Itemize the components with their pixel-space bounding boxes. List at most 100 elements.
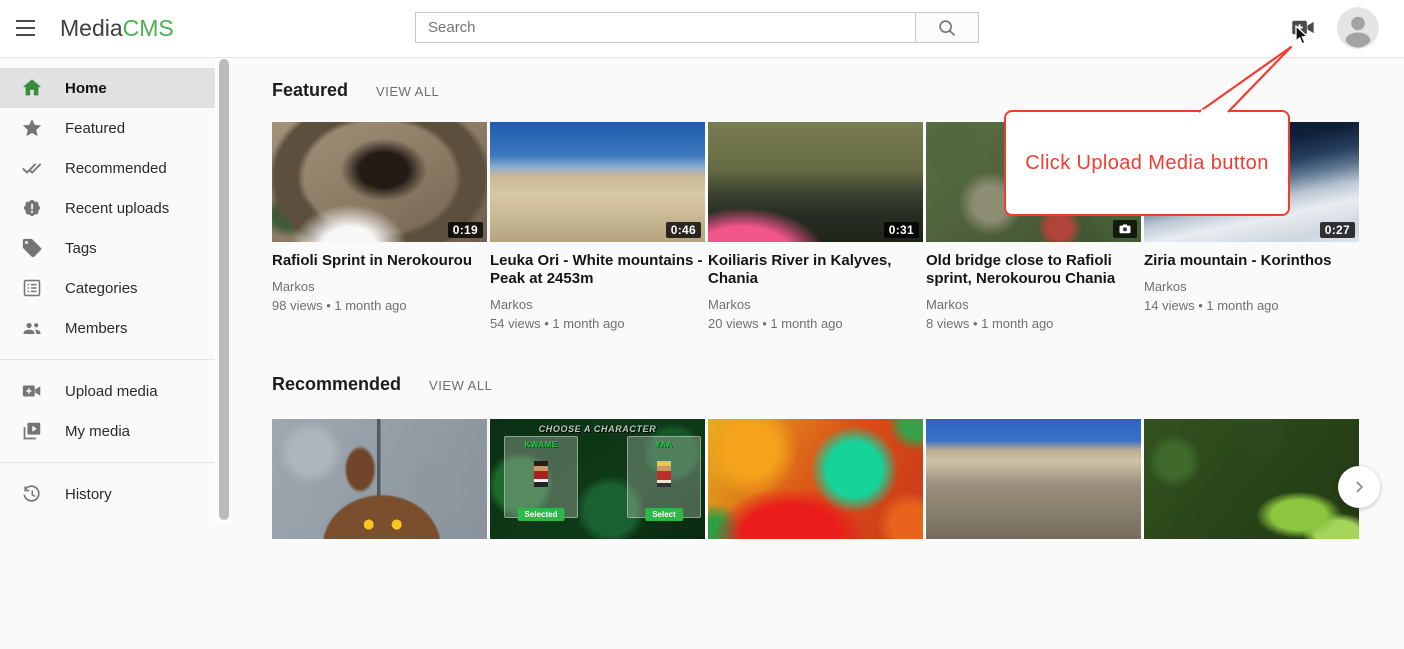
sidebar-scrollbar-track <box>215 58 230 522</box>
media-meta: 8 views • 1 month ago <box>926 316 1141 331</box>
tooltip-text: Click Upload Media button <box>1025 152 1268 175</box>
carousel-next-button[interactable] <box>1338 466 1380 508</box>
search-button[interactable] <box>915 12 979 43</box>
sidebar-item-label: Tags <box>65 240 97 257</box>
sidebar-divider <box>0 359 215 360</box>
media-title[interactable]: Ziria mountain - Korinthos <box>1144 252 1359 270</box>
sidebar-item-categories[interactable]: Categories <box>0 268 215 308</box>
star-icon <box>21 117 43 139</box>
duration-badge: 0:46 <box>666 222 701 238</box>
media-title[interactable]: Old bridge close to Rafioli sprint, Nero… <box>926 252 1141 288</box>
logo[interactable]: MediaCMS <box>60 0 174 57</box>
video-thumbnail[interactable]: 0:46 <box>490 122 705 242</box>
sidebar-item-home[interactable]: Home <box>0 68 215 108</box>
media-meta: 20 views • 1 month ago <box>708 316 923 331</box>
double-check-icon <box>21 157 43 179</box>
video-thumbnail[interactable] <box>272 419 487 539</box>
new-releases-icon <box>21 197 43 219</box>
home-icon <box>21 77 43 99</box>
video-thumbnail[interactable] <box>708 419 923 539</box>
tooltip-callout: Click Upload Media button <box>1004 110 1290 216</box>
media-card[interactable] <box>926 419 1141 649</box>
search-icon <box>936 17 958 39</box>
character-panel: KWAME Selected <box>504 436 578 518</box>
avatar[interactable] <box>1337 7 1379 49</box>
tag-icon <box>21 237 43 259</box>
media-card[interactable]: CHOOSE A CHARACTER KWAME Selected YAA Se… <box>490 419 705 649</box>
media-author: Markos <box>926 297 1141 312</box>
media-title[interactable]: Koiliaris River in Kalyves, Chania <box>708 252 923 288</box>
tooltip-pointer <box>1188 40 1300 118</box>
categories-icon <box>21 277 43 299</box>
recommended-grid: CHOOSE A CHARACTER KWAME Selected YAA Se… <box>272 419 1362 649</box>
thumbnail-caption: CHOOSE A CHARACTER <box>490 424 705 434</box>
video-thumbnail[interactable]: CHOOSE A CHARACTER KWAME Selected YAA Se… <box>490 419 705 539</box>
sidebar-item-label: Recommended <box>65 160 167 177</box>
duration-badge: 0:27 <box>1320 222 1355 238</box>
recommended-section: Recommended VIEW ALL CHOOSE A CHARACTER … <box>272 374 1362 649</box>
media-meta: 98 views • 1 month ago <box>272 298 487 313</box>
sidebar-item-label: My media <box>65 423 130 440</box>
selected-button-label: Selected <box>518 508 565 521</box>
history-icon <box>21 483 43 505</box>
video-thumbnail[interactable] <box>926 419 1141 539</box>
character-panel: YAA Select <box>627 436 701 518</box>
logo-media: Media <box>60 15 123 41</box>
character-sprite <box>657 461 671 487</box>
sidebar-item-label: History <box>65 486 112 503</box>
sidebar-item-upload-media[interactable]: Upload media <box>0 371 215 411</box>
media-meta: 54 views • 1 month ago <box>490 316 705 331</box>
sidebar-item-label: Categories <box>65 280 138 297</box>
media-card[interactable] <box>272 419 487 649</box>
duration-badge: 0:31 <box>884 222 919 238</box>
sidebar-item-label: Upload media <box>65 383 158 400</box>
sidebar-divider <box>0 462 215 463</box>
duration-badge: 0:19 <box>448 222 483 238</box>
sidebar-item-recommended[interactable]: Recommended <box>0 148 215 188</box>
video-thumbnail[interactable] <box>1144 419 1359 539</box>
sidebar-item-members[interactable]: Members <box>0 308 215 348</box>
sidebar-item-history[interactable]: History <box>0 474 215 514</box>
mouse-cursor <box>1294 25 1312 47</box>
character-sprite <box>534 461 548 487</box>
media-card[interactable] <box>708 419 923 649</box>
video-thumbnail[interactable]: 0:19 <box>272 122 487 242</box>
sidebar-item-featured[interactable]: Featured <box>0 108 215 148</box>
sidebar-item-recent-uploads[interactable]: Recent uploads <box>0 188 215 228</box>
media-author: Markos <box>708 297 923 312</box>
chevron-right-icon <box>1349 477 1369 497</box>
upload-media-icon <box>21 380 43 402</box>
media-author: Markos <box>490 297 705 312</box>
sidebar-item-label: Recent uploads <box>65 200 169 217</box>
menu-button[interactable] <box>14 16 40 40</box>
media-card[interactable]: 0:46 Leuka Ori - White mountains - Peak … <box>490 122 705 352</box>
user-icon <box>1337 7 1379 49</box>
logo-cms: CMS <box>123 15 174 41</box>
media-title[interactable]: Leuka Ori - White mountains - Peak at 24… <box>490 252 705 288</box>
view-all-link[interactable]: VIEW ALL <box>429 378 492 393</box>
media-card[interactable]: 0:31 Koiliaris River in Kalyves, Chania … <box>708 122 923 352</box>
sidebar: Home Featured Recommended Recent uploads… <box>0 58 230 522</box>
video-thumbnail[interactable]: 0:31 <box>708 122 923 242</box>
sidebar-item-tags[interactable]: Tags <box>0 228 215 268</box>
my-media-icon <box>21 420 43 442</box>
sidebar-item-label: Members <box>65 320 128 337</box>
select-button-label: Select <box>645 508 683 521</box>
sidebar-scrollbar-thumb[interactable] <box>219 59 229 520</box>
view-all-link[interactable]: VIEW ALL <box>376 84 439 99</box>
media-title[interactable]: Rafioli Sprint in Nerokourou <box>272 252 487 270</box>
search-bar <box>415 12 979 43</box>
sidebar-item-my-media[interactable]: My media <box>0 411 215 451</box>
media-meta: 14 views • 1 month ago <box>1144 298 1359 313</box>
camera-icon <box>1118 222 1132 236</box>
media-author: Markos <box>1144 279 1359 294</box>
character-name: KWAME <box>505 440 577 449</box>
sidebar-item-label: Home <box>65 80 107 97</box>
search-input[interactable] <box>415 12 916 43</box>
section-title: Recommended <box>272 374 401 395</box>
media-card[interactable] <box>1144 419 1359 649</box>
image-media-badge <box>1113 220 1137 238</box>
sidebar-item-label: Featured <box>65 120 125 137</box>
members-icon <box>21 317 43 339</box>
media-card[interactable]: 0:19 Rafioli Sprint in Nerokourou Markos… <box>272 122 487 352</box>
